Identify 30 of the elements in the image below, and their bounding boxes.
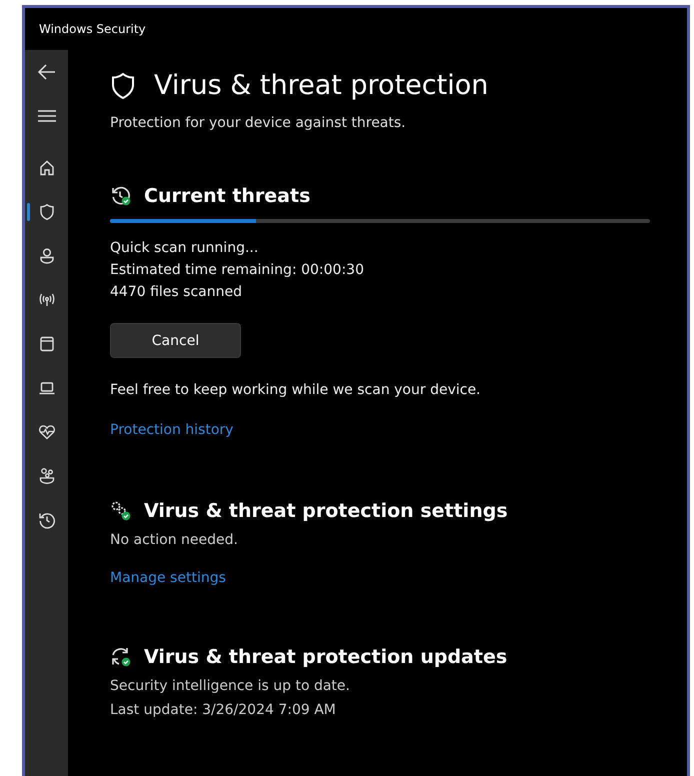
status-text: Quick scan running... <box>110 239 260 258</box>
gears-check-icon <box>110 500 132 522</box>
family-icon <box>38 467 56 485</box>
status-text: 4470 files scanned <box>110 283 243 302</box>
person-icon <box>38 247 56 265</box>
history-icon <box>38 511 56 529</box>
antenna-icon <box>38 291 56 309</box>
cancel-button[interactable]: Cancel <box>110 323 241 358</box>
heart-pulse-icon <box>38 423 56 441</box>
window-icon <box>38 335 56 353</box>
home-icon <box>38 159 56 177</box>
section-heading: Current threats <box>144 185 310 207</box>
section-heading: Virus & threat protection updates <box>144 646 508 668</box>
note-text: Feel free to keep working while we scan your device. <box>110 382 482 398</box>
history-check-icon <box>110 185 132 207</box>
status-text: Last update: 3/26/2024 7:09 AM <box>110 702 337 718</box>
page-subtitle: Protection for your device against threats. <box>110 115 407 131</box>
protection-history-link[interactable]: Protection history <box>110 422 234 438</box>
page-title: Virus & threat protection <box>154 70 488 101</box>
back-arrow-icon <box>36 63 56 81</box>
status-text: Security intelligence is up to date. <box>110 678 351 694</box>
section-heading: Virus & threat protection settings <box>144 500 508 522</box>
status-text: No action needed. <box>110 532 239 548</box>
menu-icon <box>38 109 56 123</box>
settings-link[interactable]: Manage settings <box>110 570 226 586</box>
sync-check-icon <box>110 646 132 668</box>
shield-icon <box>38 203 56 221</box>
status-text: Estimated time remaining: 00:00:30 <box>110 261 365 280</box>
window-title: Windows Security <box>39 22 146 36</box>
shield-icon <box>110 72 136 100</box>
